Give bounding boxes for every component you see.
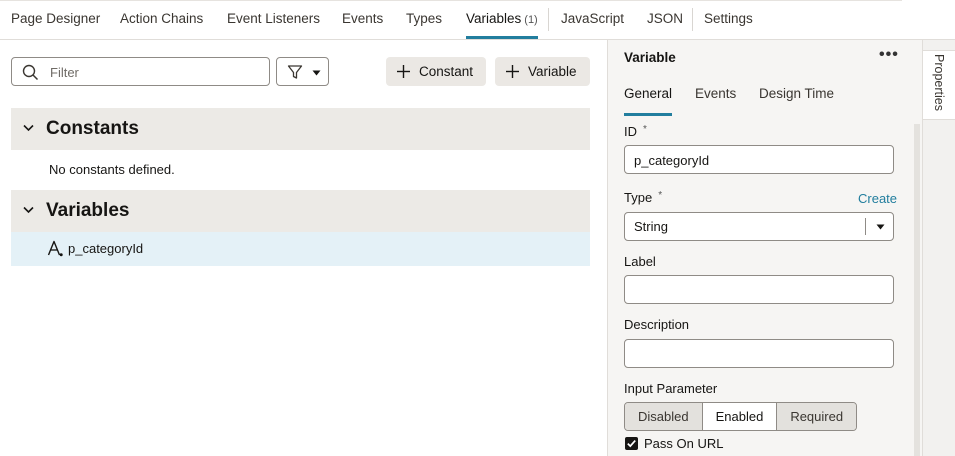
- id-input[interactable]: [634, 150, 884, 170]
- filter-input[interactable]: [50, 62, 260, 82]
- subtab-events[interactable]: Events: [695, 86, 736, 116]
- more-options-icon[interactable]: •••: [879, 46, 899, 64]
- add-constant-label: Constant: [419, 64, 474, 79]
- type-select-value: String: [634, 219, 668, 234]
- tab-variables-count: (1): [524, 14, 538, 26]
- input-parameter-toggle: Disabled Enabled Required: [624, 402, 858, 431]
- plus-icon: [506, 65, 519, 78]
- tab-settings[interactable]: Settings: [704, 0, 753, 39]
- label-field[interactable]: [624, 275, 894, 304]
- plus-icon: [397, 65, 410, 78]
- designer-tab-bar: Page Designer Action Chains Event Listen…: [0, 0, 955, 40]
- string-type-icon: [47, 240, 63, 257]
- tab-json[interactable]: JSON: [647, 0, 683, 39]
- properties-panel-title: Variable: [624, 50, 676, 65]
- chevron-down-icon: [23, 206, 34, 214]
- add-constant-button[interactable]: Constant: [386, 57, 486, 86]
- pass-on-url-label: Pass On URL: [644, 436, 724, 451]
- tab-javascript[interactable]: JavaScript: [561, 0, 624, 39]
- label-input[interactable]: [634, 280, 884, 300]
- constants-empty-message: No constants defined.: [49, 162, 175, 177]
- subtab-design-time[interactable]: Design Time: [759, 86, 834, 116]
- description-input[interactable]: [634, 344, 884, 364]
- chevron-down-icon[interactable]: [876, 224, 885, 230]
- tab-separator: [692, 8, 693, 31]
- checkmark-icon: [627, 440, 636, 448]
- pass-on-url-checkbox[interactable]: [625, 437, 638, 450]
- chevron-down-icon: [312, 70, 321, 76]
- variable-row[interactable]: p_categoryId: [11, 232, 590, 266]
- tab-types[interactable]: Types: [406, 0, 442, 39]
- id-label-text: ID: [624, 124, 637, 139]
- subtab-general[interactable]: General: [624, 86, 673, 116]
- tab-separator: [548, 8, 549, 31]
- input-parameter-enabled[interactable]: Enabled: [702, 403, 778, 430]
- properties-side-tab-label: Properties: [932, 54, 946, 111]
- id-label: ID *: [624, 124, 647, 139]
- required-marker: *: [643, 124, 647, 135]
- tab-variables-label: Variables: [466, 11, 522, 26]
- properties-scrollbar[interactable]: [914, 124, 920, 456]
- input-parameter-disabled[interactable]: Disabled: [625, 403, 703, 430]
- properties-panel: Variable ••• General Events Design Time …: [607, 40, 922, 456]
- filter-options-button[interactable]: [276, 57, 329, 86]
- description-field[interactable]: [624, 339, 894, 368]
- tab-variables[interactable]: Variables (1): [466, 0, 538, 39]
- constants-title: Constants: [46, 118, 139, 139]
- funnel-icon: [287, 65, 303, 79]
- properties-side-tab[interactable]: Properties: [923, 50, 955, 120]
- type-label-text: Type: [624, 190, 653, 205]
- description-label: Description: [624, 317, 690, 332]
- type-select[interactable]: String: [624, 212, 894, 241]
- input-parameter-required[interactable]: Required: [777, 403, 857, 430]
- tab-page-designer[interactable]: Page Designer: [11, 0, 100, 39]
- add-variable-label: Variable: [528, 64, 577, 79]
- type-label: Type *: [624, 190, 662, 205]
- tab-events[interactable]: Events: [342, 0, 383, 39]
- id-field[interactable]: [624, 145, 894, 174]
- variable-name: p_categoryId: [68, 241, 144, 256]
- tab-action-chains[interactable]: Action Chains: [120, 0, 203, 39]
- constants-section-header[interactable]: Constants: [11, 108, 590, 150]
- label-field-label: Label: [624, 254, 656, 269]
- input-parameter-label: Input Parameter: [624, 381, 718, 396]
- variables-title: Variables: [46, 200, 130, 221]
- chevron-down-icon: [23, 124, 34, 132]
- search-icon: [22, 64, 39, 81]
- create-type-link[interactable]: Create: [858, 191, 897, 206]
- variables-editor: Constant Variable Constants No constants…: [0, 40, 607, 456]
- select-divider: [865, 218, 866, 235]
- variables-section-header[interactable]: Variables: [11, 190, 590, 232]
- add-variable-button[interactable]: Variable: [495, 57, 590, 86]
- side-drawer: Properties: [922, 40, 955, 456]
- filter-field[interactable]: [11, 57, 270, 86]
- required-marker: *: [658, 190, 663, 201]
- tab-event-listeners[interactable]: Event Listeners: [227, 0, 320, 39]
